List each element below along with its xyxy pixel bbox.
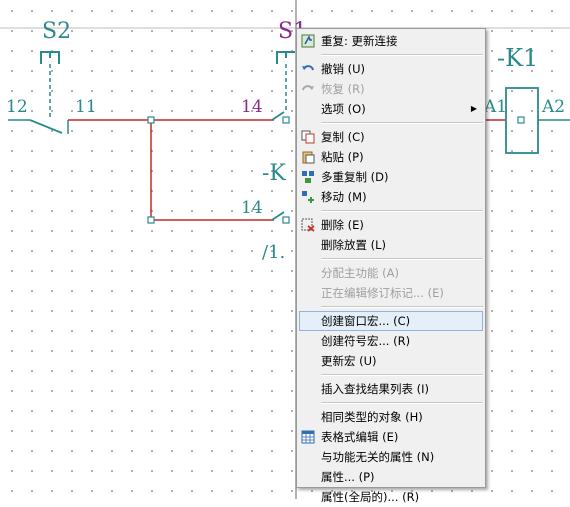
menu-item-label: 与功能无关的属性 (N) bbox=[321, 450, 435, 464]
menu-item-same-type-objects[interactable]: 相同类型的对象 (H) bbox=[297, 407, 485, 427]
pin-a1-label: A1 bbox=[483, 97, 507, 117]
menu-item-undo[interactable]: 撤销 (U) bbox=[297, 59, 485, 79]
menu-separator bbox=[321, 374, 483, 376]
menu-item-multi-copy[interactable]: 多重复制 (D) bbox=[297, 167, 485, 187]
pin-14-bottom-label: 14 bbox=[241, 198, 263, 218]
menu-item-table-edit[interactable]: 表格式编辑 (E) bbox=[297, 427, 485, 447]
menu-item-label: 删除放置 (L) bbox=[321, 238, 387, 252]
redo-icon bbox=[302, 85, 314, 91]
s2-actuator-symbol[interactable] bbox=[40, 51, 60, 64]
repeat-icon bbox=[301, 34, 315, 48]
s1-switch-blade[interactable] bbox=[271, 111, 285, 121]
multi-copy-icon bbox=[302, 171, 314, 183]
menu-separator bbox=[321, 210, 483, 212]
table-icon bbox=[301, 430, 315, 444]
menu-item-options[interactable]: 选项 (O) ▶ bbox=[297, 99, 485, 119]
menu-item-delete[interactable]: 删除 (E) bbox=[297, 215, 485, 235]
menu-item-label: 创建窗口宏... (C) bbox=[321, 314, 411, 328]
move-icon bbox=[302, 191, 314, 203]
delete-icon bbox=[301, 218, 315, 232]
menu-item-label: 属性... (P) bbox=[321, 470, 375, 484]
pin-a2-label: A2 bbox=[541, 97, 565, 117]
k1-left-label: -K bbox=[262, 161, 286, 186]
context-menu: 重复: 更新连接 撤销 (U) 恢复 (R) 选项 (O) ▶ 复制 (C) 粘… bbox=[296, 28, 486, 504]
paste-icon bbox=[302, 151, 315, 164]
menu-item-label: 粘贴 (P) bbox=[321, 150, 364, 164]
menu-item-create-symbol-macro[interactable]: 创建符号宏... (R) bbox=[297, 331, 485, 351]
pin-14-top-label: 14 bbox=[241, 97, 263, 117]
cross-ref-label: /1. bbox=[262, 242, 285, 263]
menu-separator bbox=[321, 54, 483, 56]
menu-separator bbox=[321, 122, 483, 124]
menu-item-properties[interactable]: 属性... (P) bbox=[297, 467, 485, 487]
menu-item-redo[interactable]: 恢复 (R) bbox=[297, 79, 485, 99]
connection-point[interactable] bbox=[517, 116, 525, 124]
s2-switch-blade[interactable] bbox=[29, 119, 63, 134]
menu-item-label: 删除 (E) bbox=[321, 218, 364, 232]
menu-item-assign-main-function[interactable]: 分配主功能 (A) bbox=[297, 263, 485, 283]
k1-aux-contact-blade[interactable] bbox=[271, 211, 285, 221]
menu-item-label: 相同类型的对象 (H) bbox=[321, 410, 423, 424]
menu-item-label: 插入查找结果列表 (I) bbox=[321, 382, 430, 396]
menu-item-move[interactable]: 移动 (M) bbox=[297, 187, 485, 207]
menu-item-label: 复制 (C) bbox=[321, 130, 365, 144]
menu-item-label: 创建符号宏... (R) bbox=[321, 334, 411, 348]
s2-label[interactable]: S2 bbox=[42, 19, 71, 44]
menu-item-label: 分配主功能 (A) bbox=[321, 266, 399, 280]
menu-separator bbox=[321, 258, 483, 260]
s1-actuator-symbol[interactable] bbox=[276, 51, 295, 64]
menu-item-edit-revision-markers[interactable]: 正在编辑修订标记... (E) bbox=[297, 283, 485, 303]
menu-item-label: 恢复 (R) bbox=[321, 82, 365, 96]
menu-item-label: 撤销 (U) bbox=[321, 62, 366, 76]
menu-item-label: 重复: 更新连接 bbox=[321, 34, 398, 48]
menu-item-label: 更新宏 (U) bbox=[321, 354, 377, 368]
menu-item-label: 属性(全局的)... (R) bbox=[321, 490, 420, 504]
menu-item-label: 表格式编辑 (E) bbox=[321, 430, 399, 444]
menu-item-label: 移动 (M) bbox=[321, 190, 367, 204]
menu-item-update-macro[interactable]: 更新宏 (U) bbox=[297, 351, 485, 371]
connection-point[interactable] bbox=[282, 116, 290, 124]
menu-item-function-independent-properties[interactable]: 与功能无关的属性 (N) bbox=[297, 447, 485, 467]
menu-separator bbox=[321, 306, 483, 308]
menu-item-paste[interactable]: 粘贴 (P) bbox=[297, 147, 485, 167]
connection-point[interactable] bbox=[147, 216, 155, 224]
connection-point[interactable] bbox=[147, 116, 155, 124]
menu-item-copy[interactable]: 复制 (C) bbox=[297, 127, 485, 147]
menu-separator bbox=[321, 402, 483, 404]
menu-item-label: 选项 (O) bbox=[321, 102, 366, 116]
pin-12-label: 12 bbox=[6, 97, 28, 117]
submenu-arrow-icon: ▶ bbox=[470, 104, 477, 113]
connection-point[interactable] bbox=[282, 216, 290, 224]
menu-item-global-properties[interactable]: 属性(全局的)... (R) bbox=[297, 487, 485, 507]
undo-icon bbox=[302, 65, 314, 71]
pin-11-label: 11 bbox=[75, 97, 97, 117]
menu-item-create-window-macro[interactable]: 创建窗口宏... (C) bbox=[299, 311, 483, 331]
menu-item-label: 多重复制 (D) bbox=[321, 170, 389, 184]
menu-item-label: 正在编辑修订标记... (E) bbox=[321, 286, 444, 300]
menu-item-repeat[interactable]: 重复: 更新连接 bbox=[297, 31, 485, 51]
copy-icon bbox=[301, 130, 315, 144]
k1-coil-label[interactable]: -K1 bbox=[497, 44, 538, 72]
menu-item-insert-search-results[interactable]: 插入查找结果列表 (I) bbox=[297, 379, 485, 399]
menu-item-delete-placement[interactable]: 删除放置 (L) bbox=[297, 235, 485, 255]
